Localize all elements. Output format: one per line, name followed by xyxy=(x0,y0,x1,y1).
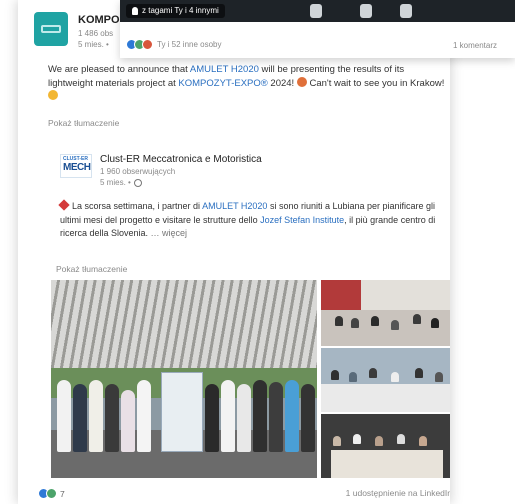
post-text-part: We are pleased to announce that xyxy=(48,64,190,75)
photo-collage[interactable] xyxy=(51,280,450,478)
celebrate-reaction-icon xyxy=(46,488,57,499)
post-time: 5 mies. • xyxy=(78,40,109,49)
shares-count[interactable]: 1 udostępnienie na LinkedIn xyxy=(346,488,450,498)
see-more-link[interactable]: … więcej xyxy=(148,228,188,238)
dinner-photo[interactable] xyxy=(321,414,450,478)
shared-time: 5 mies. • xyxy=(100,178,131,187)
overlay-comments-count[interactable]: 1 komentarz xyxy=(453,41,497,50)
overlay-post-snippet: z tagami Ty i 4 innymi Ty i 52 inne osob… xyxy=(120,0,515,58)
globe-icon xyxy=(133,178,142,187)
post-footer: 7 1 udostępnienie na LinkedIn xyxy=(38,486,450,502)
party-emoji-icon xyxy=(296,76,307,87)
post-body: We are pleased to announce that AMULET H… xyxy=(48,63,448,104)
reactions-summary[interactable]: 7 xyxy=(38,488,65,499)
post-author[interactable]: KOMPO xyxy=(78,14,120,26)
pin-icon xyxy=(58,199,70,211)
shared-followers: 1 960 obserwujących xyxy=(100,167,176,176)
meeting-room-photo[interactable] xyxy=(321,280,450,346)
kompo-logo[interactable] xyxy=(34,12,68,46)
jozef-stefan-link[interactable]: Jozef Stefan Institute xyxy=(260,215,344,225)
overlay-reactions[interactable]: Ty i 52 inne osoby xyxy=(126,39,221,50)
feed-card: KOMPO 1 486 obs 5 mies. • We are pleased… xyxy=(18,0,450,504)
clust-er-logo[interactable]: CLUST-ER MECH xyxy=(60,154,92,178)
workshop-photo[interactable] xyxy=(321,348,450,412)
see-translation-link[interactable]: Pokaż tłumaczenie xyxy=(48,118,119,128)
user-tag-icon xyxy=(132,7,138,15)
overlay-reactions-label: Ty i 52 inne osoby xyxy=(157,40,222,49)
waving-hand-emoji-icon xyxy=(48,90,58,100)
tagged-people-label: z tagami Ty i 4 innymi xyxy=(142,6,219,15)
post-text-part: Can't wait to see you in Krakow! xyxy=(306,77,445,89)
post-followers: 1 486 obs xyxy=(78,29,114,38)
shared-text-part: La scorsa settimana, i partner di xyxy=(72,201,203,211)
shared-see-translation-link[interactable]: Pokaż tłumaczenie xyxy=(56,264,127,274)
overlay-photo[interactable]: z tagami Ty i 4 innymi xyxy=(120,0,515,22)
post-text-part: 2024! xyxy=(267,77,297,89)
banner-stand xyxy=(161,372,203,452)
shared-post: CLUST-ER MECH Clust-ER Meccatronica e Mo… xyxy=(48,142,450,482)
project-hashtag-link[interactable]: AMULET H2020 xyxy=(190,64,259,75)
amulet-link[interactable]: AMULET H2020 xyxy=(202,201,267,211)
logo-wordmark: MECH xyxy=(63,162,91,173)
shared-author[interactable]: Clust-ER Meccatronica e Motoristica xyxy=(100,154,262,165)
group-photo[interactable] xyxy=(51,280,317,478)
expo-link[interactable]: KOMPOZYT-EXPO® xyxy=(178,78,267,89)
shared-time-row: 5 mies. • xyxy=(100,178,142,187)
shared-body: La scorsa settimana, i partner di AMULET… xyxy=(58,199,450,241)
reactions-count: 7 xyxy=(60,488,65,499)
love-reaction-icon xyxy=(142,39,153,50)
tagged-people-chip[interactable]: z tagami Ty i 4 innymi xyxy=(126,4,225,18)
